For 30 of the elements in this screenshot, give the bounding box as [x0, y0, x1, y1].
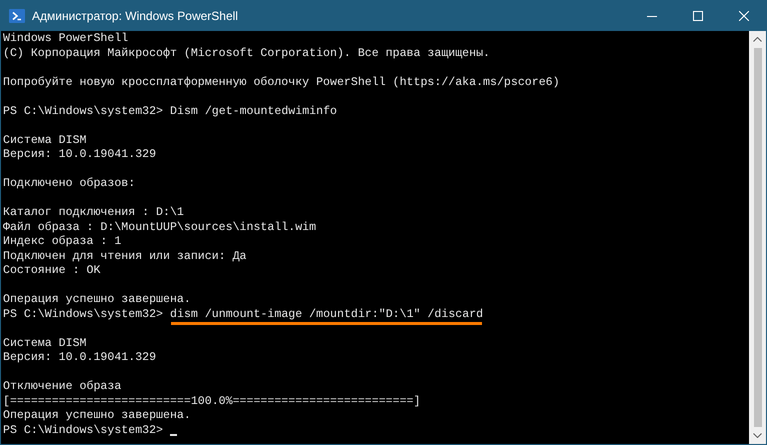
maximize-icon	[693, 10, 703, 20]
console-line: Операция успешно завершена.	[3, 293, 192, 308]
console-line: Отключение образа	[3, 380, 122, 394]
scroll-down-icon[interactable]	[753, 433, 762, 438]
console-line: Файл образа : D:\MountUUP\sources\install.wim	[3, 220, 318, 235]
console-line: Попробуйте новую кроссплатформенную оболочку PowerShell (https://aka.ms/pscore6)	[3, 76, 561, 90]
console-line: Windows PowerShell	[3, 32, 130, 46]
console-prompt: PS C:\Windows\system32>	[3, 104, 164, 119]
scrollbar-thumb[interactable]	[754, 48, 762, 427]
window-title: Администратор: Windows PowerShell	[32, 8, 239, 22]
scroll-up-icon[interactable]	[753, 37, 762, 42]
console-line: [==========================100.0%==========================]	[3, 394, 422, 409]
console-command: Dism /get-mountedwiminfo	[170, 104, 338, 119]
close-icon	[739, 10, 749, 20]
console-line: Операция успешно завершена.	[3, 409, 192, 424]
terminal-icon	[9, 8, 25, 24]
vertical-scrollbar[interactable]	[749, 31, 766, 444]
console-line: Подключено образов:	[3, 177, 136, 192]
console-command: dism /unmount-image /mountdir:"D:\1" /discard	[170, 308, 484, 322]
console-line: Состояние : OK	[3, 264, 102, 278]
console-line: Версия: 10.0.19041.329	[3, 351, 158, 366]
console-line: Система DISM	[3, 134, 88, 148]
console-prompt: PS C:\Windows\system32>	[3, 424, 164, 438]
console-line: Каталог подключения : D:\1	[3, 206, 185, 220]
console-prompt: PS C:\Windows\system32>	[3, 308, 164, 322]
console-line: Система DISM	[3, 336, 88, 351]
console-line: Версия: 10.0.19041.329	[3, 148, 158, 162]
console-line: Индекс образа : 1	[3, 235, 122, 250]
console-line: (C) Корпорация Майкрософт (Microsoft Corporation). Все права защищены.	[3, 46, 492, 61]
console-line: Подключен для чтения или записи: Да	[3, 250, 248, 264]
